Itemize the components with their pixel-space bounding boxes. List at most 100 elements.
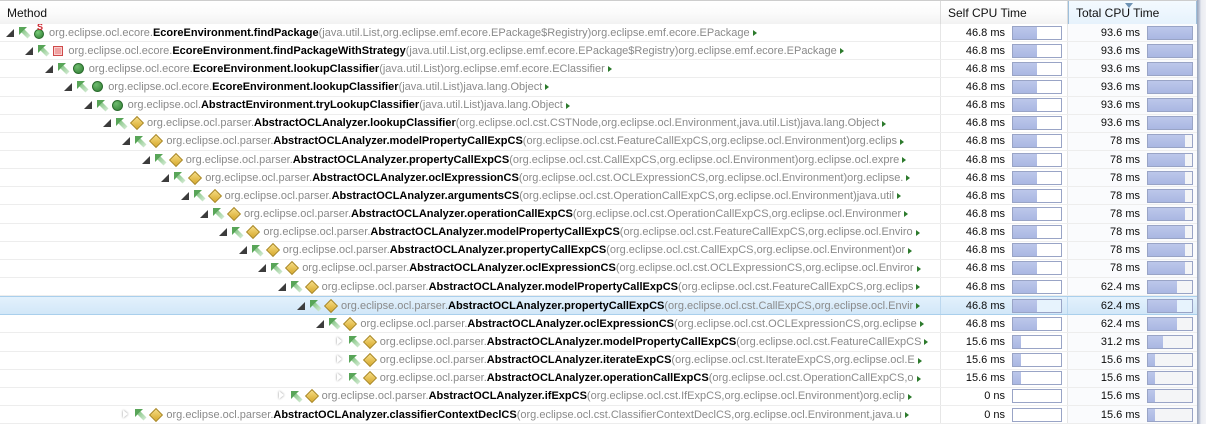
tree-row[interactable]: Sorg.eclipse.ocl.ecore.EcoreEnvironment.… bbox=[0, 24, 1197, 43]
column-header-self-label: Self CPU Time bbox=[948, 5, 1027, 20]
collapse-toggle-icon[interactable] bbox=[218, 227, 228, 237]
more-callees-icon[interactable] bbox=[897, 193, 902, 200]
method-name: AbstractOCLAnalyzer.oclExpressionCS bbox=[467, 317, 675, 330]
more-callees-icon[interactable] bbox=[908, 247, 913, 254]
more-callees-icon[interactable] bbox=[904, 211, 909, 218]
collapse-toggle-icon[interactable] bbox=[277, 282, 287, 292]
more-callees-icon[interactable] bbox=[899, 138, 904, 145]
tree-row[interactable]: org.eclipse.ocl.parser.AbstractOCLAnalyz… bbox=[0, 315, 1197, 334]
expand-toggle-icon[interactable] bbox=[335, 337, 345, 347]
more-callees-icon[interactable] bbox=[916, 265, 921, 272]
tree-row[interactable]: org.eclipse.ocl.parser.AbstractOCLAnalyz… bbox=[0, 369, 1197, 388]
self-cpu-time-cell: 46.8 ms bbox=[941, 223, 1068, 241]
collapse-toggle-icon[interactable] bbox=[315, 319, 325, 329]
self-cpu-time-cell: 46.8 ms bbox=[941, 132, 1068, 150]
collapse-toggle-icon[interactable] bbox=[83, 100, 93, 110]
more-callees-icon[interactable] bbox=[545, 84, 550, 91]
caller-arrow-icon bbox=[290, 280, 303, 293]
expand-toggle-icon[interactable] bbox=[121, 410, 131, 420]
collapse-toggle-icon[interactable] bbox=[257, 263, 267, 273]
self-cpu-time-bar-fill bbox=[1013, 317, 1037, 330]
expand-toggle-icon[interactable] bbox=[335, 373, 345, 383]
more-callees-icon[interactable] bbox=[916, 284, 921, 291]
self-cpu-time-bar bbox=[1012, 334, 1062, 349]
more-callees-icon[interactable] bbox=[916, 375, 921, 382]
tree-row[interactable]: org.eclipse.ocl.parser.AbstractOCLAnalyz… bbox=[0, 405, 1197, 424]
tree-row[interactable]: org.eclipse.ocl.AbstractEnvironment.tryL… bbox=[0, 96, 1197, 115]
more-callees-icon[interactable] bbox=[907, 393, 912, 400]
more-callees-icon[interactable] bbox=[882, 120, 887, 127]
self-cpu-time-bar bbox=[1012, 261, 1062, 276]
collapse-toggle-icon[interactable] bbox=[44, 64, 54, 74]
more-callees-icon[interactable] bbox=[924, 339, 929, 346]
tree-row[interactable]: org.eclipse.ocl.parser.AbstractOCLAnalyz… bbox=[0, 187, 1197, 206]
tree-row[interactable]: org.eclipse.ocl.parser.AbstractOCLAnalyz… bbox=[0, 223, 1197, 242]
collapse-toggle-icon[interactable] bbox=[199, 209, 209, 219]
self-cpu-time-value: 0 ns bbox=[984, 408, 1005, 421]
tree-row-selected[interactable]: org.eclipse.ocl.parser.AbstractOCLAnalyz… bbox=[0, 296, 1197, 316]
caller-arrow-icon bbox=[115, 117, 128, 130]
more-callees-icon[interactable] bbox=[904, 412, 909, 419]
gold-diamond-icon bbox=[188, 170, 203, 185]
self-cpu-time-value: 46.8 ms bbox=[965, 299, 1005, 312]
collapse-toggle-icon[interactable] bbox=[63, 82, 73, 92]
collapse-toggle-icon[interactable] bbox=[102, 118, 112, 128]
tree-row[interactable]: org.eclipse.ocl.parser.AbstractOCLAnalyz… bbox=[0, 150, 1197, 170]
tree-row[interactable]: org.eclipse.ocl.parser.AbstractOCLAnalyz… bbox=[0, 277, 1197, 297]
self-cpu-time-bar bbox=[1012, 152, 1062, 167]
expand-toggle-icon[interactable] bbox=[277, 391, 287, 401]
more-callees-icon[interactable] bbox=[752, 30, 757, 37]
method-cell: org.eclipse.ocl.parser.AbstractOCLAnalyz… bbox=[0, 277, 941, 296]
collapse-toggle-icon[interactable] bbox=[180, 191, 190, 201]
tree-row[interactable]: org.eclipse.ocl.ecore.EcoreEnvironment.l… bbox=[0, 60, 1197, 79]
collapse-toggle-icon[interactable] bbox=[141, 155, 151, 165]
total-cpu-time-value: 78 ms bbox=[1110, 171, 1140, 184]
total-cpu-time-bar bbox=[1147, 298, 1193, 313]
collapse-toggle-icon[interactable] bbox=[160, 173, 170, 183]
more-callees-icon[interactable] bbox=[919, 321, 924, 328]
more-callees-icon[interactable] bbox=[839, 48, 844, 55]
more-callees-icon[interactable] bbox=[915, 229, 920, 236]
more-callees-icon[interactable] bbox=[607, 66, 612, 73]
self-cpu-time-bar bbox=[1012, 316, 1062, 331]
tree-row[interactable]: org.eclipse.ocl.parser.AbstractOCLAnalyz… bbox=[0, 259, 1197, 278]
tree-row[interactable]: org.eclipse.ocl.parser.AbstractOCLAnalyz… bbox=[0, 241, 1197, 260]
tree-row[interactable]: org.eclipse.ocl.parser.AbstractOCLAnalyz… bbox=[0, 205, 1197, 224]
column-header-self-cpu-time[interactable]: Self CPU Time bbox=[941, 1, 1068, 25]
green-circle-icon bbox=[72, 63, 84, 75]
self-cpu-time-bar bbox=[1012, 298, 1062, 313]
more-callees-icon[interactable] bbox=[906, 175, 911, 182]
column-header-total-cpu-time[interactable]: Total CPU Time bbox=[1068, 1, 1197, 25]
tree-row[interactable]: org.eclipse.ocl.parser.AbstractOCLAnalyz… bbox=[0, 333, 1197, 352]
expand-toggle-icon[interactable] bbox=[335, 355, 345, 365]
more-callees-icon[interactable] bbox=[565, 102, 570, 109]
call-tree-body: Sorg.eclipse.ocl.ecore.EcoreEnvironment.… bbox=[0, 24, 1197, 424]
collapse-toggle-icon[interactable] bbox=[5, 28, 15, 38]
tree-row[interactable]: org.eclipse.ocl.ecore.EcoreEnvironment.l… bbox=[0, 78, 1197, 97]
tree-row[interactable]: org.eclipse.ocl.parser.AbstractOCLAnalyz… bbox=[0, 114, 1197, 133]
self-cpu-time-bar bbox=[1012, 170, 1062, 185]
collapse-toggle-icon[interactable] bbox=[238, 245, 248, 255]
tree-row[interactable]: org.eclipse.ocl.parser.AbstractOCLAnalyz… bbox=[0, 351, 1197, 370]
column-header-method[interactable]: Method bbox=[0, 1, 941, 25]
tree-row[interactable]: org.eclipse.ocl.ecore.EcoreEnvironment.f… bbox=[0, 42, 1197, 61]
self-cpu-time-value: 15.6 ms bbox=[965, 372, 1005, 385]
more-callees-icon[interactable] bbox=[916, 303, 921, 310]
package-prefix: org.eclipse.ocl.parser. bbox=[360, 317, 468, 330]
more-callees-icon[interactable] bbox=[917, 357, 922, 364]
method-label: org.eclipse.ocl.parser.AbstractOCLAnalyz… bbox=[244, 208, 901, 220]
more-callees-icon[interactable] bbox=[902, 157, 907, 164]
total-cpu-time-bar-fill bbox=[1148, 135, 1185, 148]
collapse-toggle-icon[interactable] bbox=[24, 46, 34, 56]
tree-row[interactable]: org.eclipse.ocl.parser.AbstractOCLAnalyz… bbox=[0, 169, 1197, 188]
tree-row[interactable]: org.eclipse.ocl.parser.AbstractOCLAnalyz… bbox=[0, 132, 1197, 151]
tree-row[interactable]: org.eclipse.ocl.parser.AbstractOCLAnalyz… bbox=[0, 387, 1197, 406]
collapse-toggle-icon[interactable] bbox=[296, 301, 306, 311]
collapse-toggle-icon[interactable] bbox=[121, 136, 131, 146]
method-cell: org.eclipse.ocl.parser.AbstractOCLAnalyz… bbox=[0, 405, 941, 424]
method-name: AbstractOCLAnalyzer.operationCallExpCS bbox=[351, 207, 573, 220]
vertical-scrollbar[interactable] bbox=[1197, 0, 1206, 424]
